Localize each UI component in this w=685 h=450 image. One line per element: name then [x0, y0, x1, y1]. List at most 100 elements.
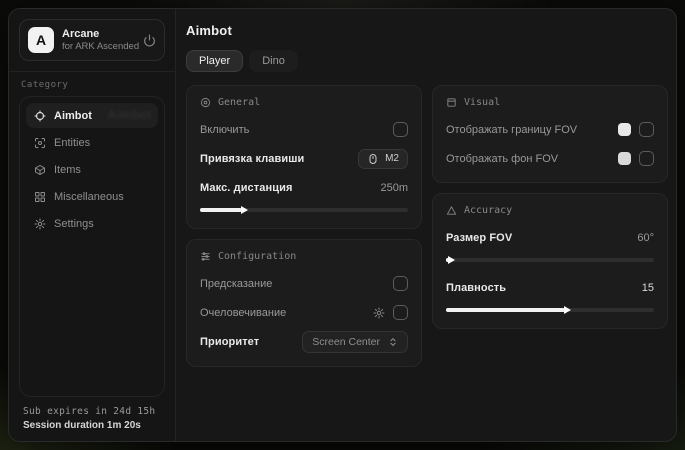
right-column: Visual Отображать границу FOV Отображать… — [432, 85, 668, 367]
priority-select[interactable]: Screen Center — [302, 331, 408, 353]
card-title: Accuracy — [464, 205, 512, 216]
sidebar-footer: Sub expires in 24d 15h Session duration … — [19, 397, 165, 441]
sidebar: A Arcane for ARK Ascended Category A — [9, 9, 176, 441]
enable-checkbox[interactable] — [393, 122, 408, 137]
prediction-row: Предсказание — [200, 273, 408, 294]
fov-size-label: Размер FOV — [446, 232, 512, 244]
slider-track — [200, 208, 408, 212]
cards-grid: General Включить Привязка клавиши — [186, 85, 668, 367]
fov-size-slider[interactable] — [446, 255, 654, 265]
fov-bg-label: Отображать фон FOV — [446, 153, 558, 165]
prediction-label: Предсказание — [200, 278, 272, 290]
smoothness-row: Плавность 15 — [446, 277, 654, 298]
fov-border-checkbox[interactable] — [639, 122, 654, 137]
keybind-row: Привязка клавиши M2 — [200, 148, 408, 169]
crosshair-icon — [33, 109, 46, 122]
priority-row: Приоритет Screen Center — [200, 331, 408, 353]
slider-fill — [446, 258, 449, 262]
sidebar-item-label: Settings — [54, 218, 94, 230]
app-name: Arcane — [62, 28, 135, 41]
general-card: General Включить Привязка клавиши — [186, 85, 422, 229]
sliders-icon — [200, 251, 211, 262]
fov-border-color-swatch[interactable] — [618, 123, 631, 136]
aimbot-watermark: Aimbot — [107, 107, 152, 122]
slider-track — [446, 308, 654, 312]
logo-card: A Arcane for ARK Ascended — [19, 19, 165, 61]
visual-card-header: Visual — [446, 97, 654, 108]
fov-bg-row: Отображать фон FOV — [446, 148, 654, 169]
max-distance-value: 250m — [380, 182, 408, 194]
priority-label: Приоритет — [200, 336, 259, 348]
card-title: General — [218, 97, 260, 108]
sidebar-item-label: Entities — [54, 137, 90, 149]
visual-card: Visual Отображать границу FOV Отображать… — [432, 85, 668, 183]
category-label: Category — [21, 80, 163, 90]
smoothness-slider[interactable] — [446, 305, 654, 315]
smoothness-value: 15 — [642, 282, 654, 294]
sidebar-divider — [9, 71, 175, 72]
tab-player[interactable]: Player — [186, 50, 243, 72]
humanize-label: Очеловечивание — [200, 307, 286, 319]
sidebar-item-label: Aimbot — [54, 110, 92, 122]
configuration-card: Configuration Предсказание Очеловечивани… — [186, 239, 422, 367]
app-subtitle: for ARK Ascended — [62, 41, 135, 53]
slider-fill — [446, 308, 565, 312]
max-distance-row: Макс. дистанция 250m — [200, 177, 408, 198]
smoothness-label: Плавность — [446, 282, 506, 294]
scan-icon — [33, 136, 46, 149]
humanize-controls — [373, 305, 408, 320]
gear-icon — [33, 217, 46, 230]
max-distance-slider[interactable] — [200, 205, 408, 215]
sidebar-item-entities[interactable]: Entities — [26, 130, 158, 155]
tab-bar: Player Dino — [186, 50, 668, 72]
fov-bg-color-swatch[interactable] — [618, 152, 631, 165]
app-identity: Arcane for ARK Ascended — [62, 28, 135, 53]
humanize-checkbox[interactable] — [393, 305, 408, 320]
sidebar-item-miscellaneous[interactable]: Miscellaneous — [26, 184, 158, 209]
fov-border-row: Отображать границу FOV — [446, 119, 654, 140]
card-title: Configuration — [218, 251, 296, 262]
fov-bg-controls — [618, 151, 654, 166]
max-distance-label: Макс. дистанция — [200, 182, 292, 194]
tab-dino[interactable]: Dino — [249, 50, 298, 72]
grid-icon — [33, 190, 46, 203]
fov-border-label: Отображать границу FOV — [446, 124, 577, 136]
general-card-header: General — [200, 97, 408, 108]
card-title: Visual — [464, 97, 500, 108]
power-icon[interactable] — [143, 34, 156, 47]
prediction-checkbox[interactable] — [393, 276, 408, 291]
sidebar-item-label: Items — [54, 164, 81, 176]
sidebar-nav: Aimbot Aimbot Entities Items — [19, 96, 165, 397]
page-title: Aimbot — [186, 23, 668, 38]
accuracy-card-header: Accuracy — [446, 205, 654, 216]
main-panel: Aimbot Player Dino General — [176, 9, 677, 441]
keybind-value: M2 — [385, 153, 399, 164]
humanize-row: Очеловечивание — [200, 302, 408, 323]
sidebar-item-aimbot[interactable]: Aimbot Aimbot — [26, 103, 158, 128]
gear-icon[interactable] — [373, 307, 385, 319]
frame-icon — [446, 97, 457, 108]
fov-bg-checkbox[interactable] — [639, 151, 654, 166]
app-logo: A — [28, 27, 54, 53]
enable-row: Включить — [200, 119, 408, 140]
keybind-label: Привязка клавиши — [200, 153, 304, 165]
sidebar-item-items[interactable]: Items — [26, 157, 158, 182]
subscription-expiry: Sub expires in 24d 15h — [23, 406, 161, 417]
fov-border-controls — [618, 122, 654, 137]
sidebar-item-label: Miscellaneous — [54, 191, 124, 203]
priority-value: Screen Center — [312, 336, 380, 348]
chevrons-up-down-icon — [388, 337, 398, 347]
box-icon — [33, 163, 46, 176]
session-duration: Session duration 1m 20s — [23, 420, 161, 431]
slider-fill — [200, 208, 242, 212]
left-column: General Включить Привязка клавиши — [186, 85, 422, 367]
keybind-button[interactable]: M2 — [358, 149, 408, 169]
accuracy-card: Accuracy Размер FOV 60° Плавность 15 — [432, 193, 668, 329]
sidebar-item-settings[interactable]: Settings — [26, 211, 158, 236]
target-icon — [200, 97, 211, 108]
app-window: A Arcane for ARK Ascended Category A — [8, 8, 677, 442]
mouse-icon — [367, 153, 379, 165]
fov-size-value: 60° — [637, 232, 654, 244]
slider-track — [446, 258, 654, 262]
enable-label: Включить — [200, 124, 249, 136]
